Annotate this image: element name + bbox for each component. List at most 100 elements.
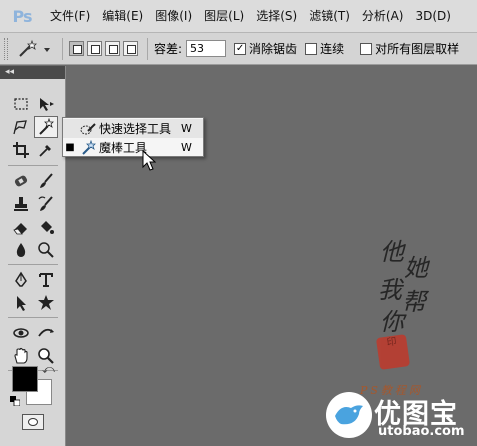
foreground-color-swatch[interactable] [12, 366, 38, 392]
dodge-tool[interactable] [34, 239, 58, 261]
healing-brush-icon [14, 175, 28, 187]
photoshop-logo[interactable]: Ps [0, 0, 44, 33]
watermark-seal: 印 [375, 334, 411, 370]
flyout-item-quick-selection[interactable]: 快速选择工具 W [63, 119, 203, 138]
spot-healing-tool[interactable] [9, 170, 33, 192]
options-bar-grip[interactable] [4, 37, 8, 60]
watermark-calligraphy: 他 [380, 238, 404, 266]
quick-selection-icon [77, 121, 99, 137]
crop-tool[interactable] [9, 139, 33, 161]
tolerance-label: 容差: [154, 42, 183, 56]
type-icon [39, 273, 53, 287]
eraser-icon [13, 223, 27, 235]
magic-wand-icon [39, 118, 54, 135]
marquee-tool[interactable] [9, 93, 33, 115]
3d-rotate-icon [13, 328, 29, 338]
antialias-label: 消除锯齿 [249, 42, 298, 56]
brush-tool[interactable] [34, 170, 58, 192]
sample-all-layers-label: 对所有图层取样 [375, 42, 460, 56]
path-selection-arrow-icon [17, 296, 26, 311]
hand-tool[interactable] [9, 345, 33, 367]
path-selection-tool[interactable] [9, 292, 33, 314]
checkbox-unchecked-icon [305, 42, 318, 55]
lasso-tool[interactable] [9, 116, 33, 138]
separator [62, 37, 63, 60]
flyout-label: 快速选择工具 [99, 122, 172, 136]
clone-stamp-icon [14, 197, 28, 211]
3d-orbit-icon [38, 328, 54, 337]
options-bar: 容差: 53 ✓ 消除锯齿 连续 对所有图层取样 [0, 33, 477, 65]
checkbox-unchecked-icon [360, 42, 373, 55]
watermark-calligraphy: 她 [404, 254, 428, 282]
crop-icon [13, 142, 29, 158]
add-to-selection-button[interactable] [87, 41, 102, 56]
paint-bucket-tool[interactable] [34, 216, 58, 238]
pen-tool[interactable] [9, 269, 33, 291]
utobao-bird-logo [326, 392, 372, 438]
new-selection-button[interactable] [69, 41, 84, 56]
tools-panel: ◂◂ ⤺ [0, 66, 66, 446]
sample-all-layers-checkbox[interactable]: 对所有图层取样 [360, 40, 459, 57]
3d-orbit-tool[interactable] [34, 322, 58, 344]
move-tool[interactable] [34, 93, 58, 115]
mouse-cursor-icon [142, 150, 157, 171]
default-colors-icon[interactable] [10, 396, 20, 406]
menu-edit[interactable]: 编辑(E) [96, 0, 149, 33]
3d-rotate-tool[interactable] [9, 322, 33, 344]
tool-preset-picker[interactable] [12, 37, 56, 61]
eraser-tool[interactable] [9, 216, 33, 238]
watermark-calligraphy: 帮 [402, 288, 426, 316]
quick-mask-button[interactable] [22, 414, 44, 430]
custom-shape-tool[interactable] [34, 292, 58, 314]
magic-wand-icon [77, 139, 99, 156]
contiguous-label: 连续 [320, 42, 345, 56]
tool-flyout-menu: 快速选择工具 W ■ 魔棒工具 W [62, 117, 204, 157]
polygonal-lasso-icon [13, 120, 27, 135]
clone-stamp-tool[interactable] [9, 193, 33, 215]
intersect-selection-button[interactable] [123, 41, 138, 56]
menu-filter[interactable]: 滤镜(T) [303, 0, 356, 33]
tools-panel-collapse[interactable]: ◂◂ [0, 66, 65, 79]
flyout-shortcut: W [181, 122, 192, 135]
quick-mask-icon [28, 418, 38, 426]
paint-bucket-icon [41, 221, 54, 234]
menu-layer[interactable]: 图层(L) [198, 0, 250, 33]
contiguous-checkbox[interactable]: 连续 [305, 40, 344, 57]
tolerance-input[interactable]: 53 [186, 40, 227, 57]
watermark-calligraphy: 你 [380, 308, 404, 336]
dodge-icon [38, 242, 54, 258]
magic-wand-tool[interactable] [34, 116, 58, 138]
pen-icon [15, 271, 27, 287]
history-brush-icon [38, 196, 53, 211]
move-icon [40, 98, 54, 111]
menu-select[interactable]: 选择(S) [250, 0, 303, 33]
tools-divider [8, 317, 58, 318]
swap-colors-icon[interactable]: ⤺ [42, 362, 55, 377]
type-tool[interactable] [34, 269, 58, 291]
subtract-from-selection-button[interactable] [105, 41, 120, 56]
flyout-item-magic-wand[interactable]: ■ 魔棒工具 W [63, 138, 203, 157]
history-brush-tool[interactable] [34, 193, 58, 215]
brush-icon [40, 173, 53, 188]
separator [147, 37, 148, 60]
menu-image[interactable]: 图像(I) [149, 0, 198, 33]
blur-drop-icon [16, 243, 26, 257]
menu-file[interactable]: 文件(F) [44, 0, 96, 33]
tools-divider [8, 264, 58, 265]
rectangular-marquee-icon [14, 98, 28, 110]
bird-icon [335, 405, 363, 425]
tools-divider [8, 165, 58, 166]
menu-3d[interactable]: 3D(D) [409, 0, 456, 33]
utobao-url-text: utobao.com [378, 424, 465, 439]
flyout-label: 魔棒工具 [99, 141, 148, 155]
watermark-calligraphy: 我 [378, 276, 402, 304]
eyedropper-tool[interactable] [34, 139, 58, 161]
blur-tool[interactable] [9, 239, 33, 261]
menu-analysis[interactable]: 分析(A) [356, 0, 410, 33]
antialias-checkbox[interactable]: ✓ 消除锯齿 [234, 40, 297, 57]
hand-icon [14, 347, 28, 364]
checkbox-checked-icon: ✓ [234, 42, 247, 55]
active-tool-bullet: ■ [65, 142, 75, 153]
flyout-shortcut: W [181, 141, 192, 154]
menu-bar: Ps 文件(F) 编辑(E) 图像(I) 图层(L) 选择(S) 滤镜(T) 分… [0, 0, 477, 33]
